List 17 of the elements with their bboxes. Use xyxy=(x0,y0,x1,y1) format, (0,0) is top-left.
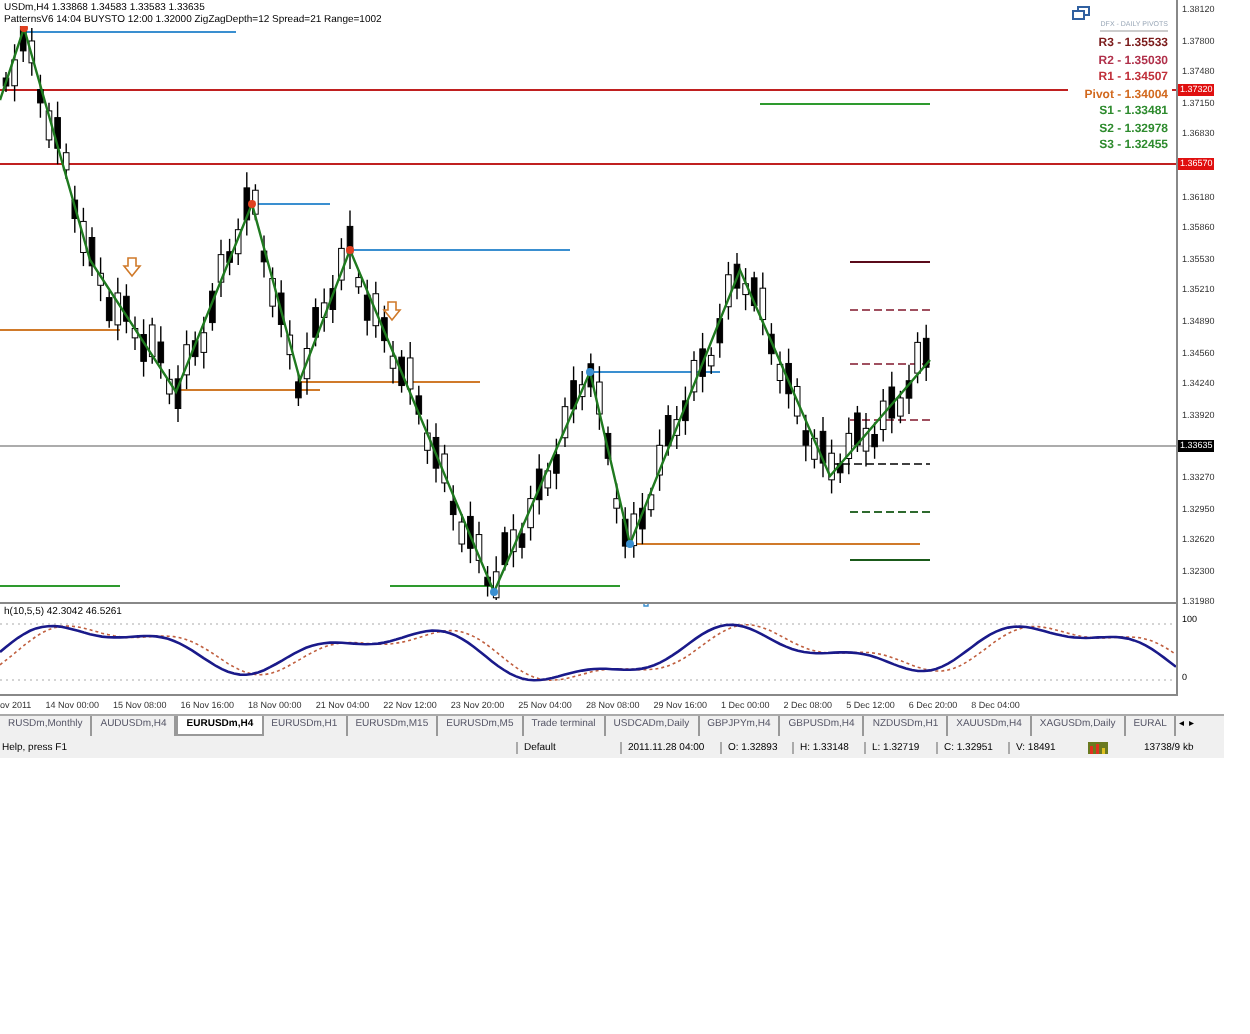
level-line xyxy=(589,371,721,373)
level-line xyxy=(0,329,121,331)
down-arrow-icon xyxy=(122,257,142,278)
peak-marker-icon xyxy=(248,200,256,208)
level-line xyxy=(829,463,931,465)
level-line xyxy=(849,419,931,421)
trough-marker-icon xyxy=(490,588,498,596)
down-arrow-icon xyxy=(382,301,402,322)
level-line xyxy=(849,309,931,311)
level-line xyxy=(849,511,931,513)
level-line xyxy=(0,585,121,587)
trough-marker-icon xyxy=(626,540,634,548)
level-line xyxy=(849,261,931,263)
level-line xyxy=(849,559,931,561)
connection-bars-icon xyxy=(1088,741,1108,753)
trough-marker-icon xyxy=(586,368,594,376)
peak-marker-icon xyxy=(346,246,354,254)
